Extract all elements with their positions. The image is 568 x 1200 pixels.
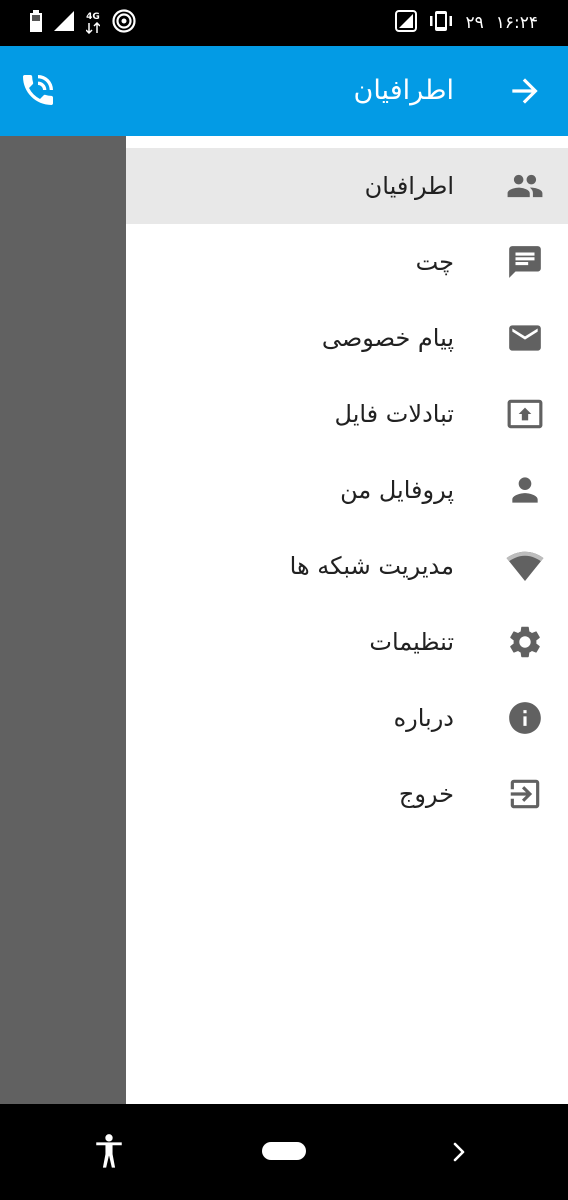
battery-icon <box>30 10 42 36</box>
arrow-right-icon <box>506 78 544 114</box>
drawer-item-my-profile[interactable]: پروفایل من <box>126 452 568 528</box>
accessibility-icon <box>92 1134 126 1175</box>
drawer-item-label: پیام خصوصی <box>321 324 454 352</box>
person-icon <box>506 471 544 509</box>
people-icon <box>506 167 544 205</box>
drawer-item-network-management[interactable]: مدیریت شبکه ها <box>126 528 568 604</box>
logout-icon <box>506 775 544 813</box>
drawer-scrim[interactable] <box>0 136 126 1104</box>
drawer-item-label: درباره <box>393 704 454 732</box>
network-type-icon: 4G <box>86 11 100 34</box>
mail-icon <box>506 319 544 357</box>
drawer-item-label: مدیریت شبکه ها <box>289 552 454 580</box>
chevron-right-icon <box>446 1142 472 1170</box>
drawer-item-label: تنظیمات <box>369 628 454 656</box>
drawer-item-nearby[interactable]: اطرافیان <box>126 148 568 224</box>
system-nav-bar <box>0 1104 568 1200</box>
phone-call-icon <box>18 75 58 114</box>
network-type-label: 4G <box>86 11 100 22</box>
drawer-item-label: چت <box>415 248 454 276</box>
status-time: ۱۶:۲۴ <box>495 13 538 33</box>
drawer-menu: اطرافیان چت پیام خصوصی تبادلات فایل پروف… <box>126 148 568 832</box>
signal-icon <box>54 11 74 35</box>
drawer-item-settings[interactable]: تنظیمات <box>126 604 568 680</box>
home-pill-button[interactable] <box>262 1142 306 1160</box>
page-title: اطرافیان <box>353 75 455 106</box>
drawer-item-label: خروج <box>398 780 454 808</box>
phone-vibrate-icon <box>429 10 453 36</box>
hotspot-icon <box>112 9 136 37</box>
drawer-item-about[interactable]: درباره <box>126 680 568 756</box>
drawer-item-label: پروفایل من <box>340 476 454 504</box>
status-bar: 4G ۲۹ ۱۶:۲۴ <box>0 0 568 46</box>
app-bar: اطرافیان <box>0 46 568 136</box>
accessibility-button[interactable] <box>92 1133 126 1171</box>
back-button[interactable] <box>506 72 544 110</box>
call-button[interactable] <box>18 70 58 110</box>
gear-icon <box>506 623 544 661</box>
drawer-item-label: تبادلات فایل <box>334 400 454 428</box>
status-date: ۲۹ <box>465 13 484 33</box>
wifi-icon <box>506 547 544 585</box>
drawer-item-chat[interactable]: چت <box>126 224 568 300</box>
info-icon <box>506 699 544 737</box>
drawer-item-private-message[interactable]: پیام خصوصی <box>126 300 568 376</box>
status-left-icons: 4G <box>30 9 136 37</box>
drawer-item-label: اطرافیان <box>364 172 454 200</box>
drawer-item-file-exchange[interactable]: تبادلات فایل <box>126 376 568 452</box>
chat-icon <box>506 243 544 281</box>
overview-button[interactable] <box>446 1138 472 1166</box>
sim-icon <box>395 10 418 36</box>
status-right-icons: ۲۹ ۱۶:۲۴ <box>395 10 538 36</box>
navigation-drawer: اطرافیان چت پیام خصوصی تبادلات فایل پروف… <box>126 136 568 1104</box>
upload-icon <box>506 395 544 433</box>
drawer-item-logout[interactable]: خروج <box>126 756 568 832</box>
